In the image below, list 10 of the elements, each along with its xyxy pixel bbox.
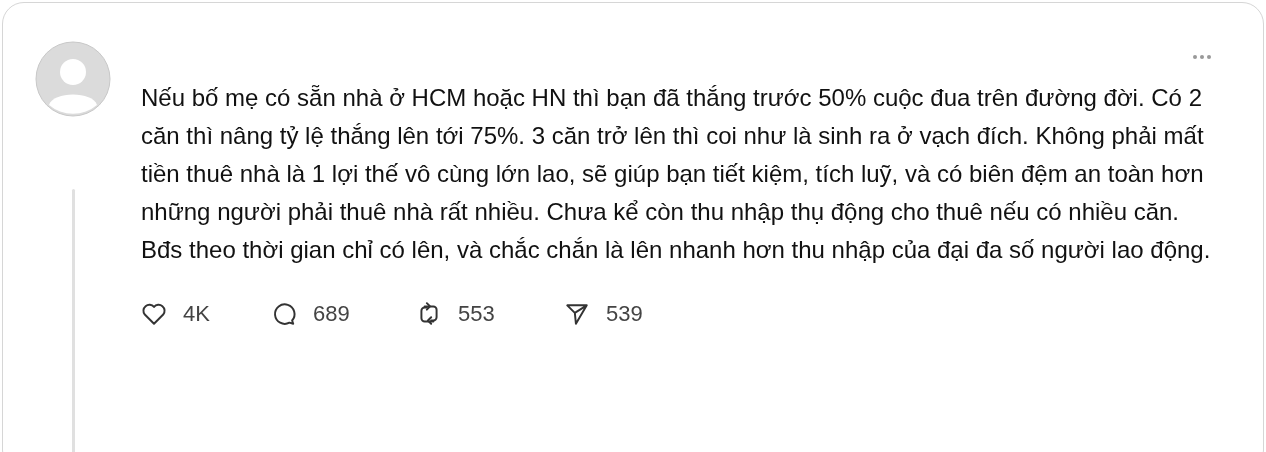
heart-icon [141,301,167,327]
repost-button[interactable]: 553 [416,301,564,327]
avatar-icon[interactable] [35,41,111,117]
reply-button[interactable]: 689 [271,301,416,327]
speech-bubble-icon [271,301,297,327]
like-button[interactable]: 4K [141,301,271,327]
post-text: Nếu bố mẹ có sẵn nhà ở HCM hoặc HN thì bạn đã thắng trước 50% cuộc đua trên đường đời. Có 2 căn thì nâng tỷ lệ thắng lên tới 75%. 3 căn trở lên thì coi như là sinh ra ở vạch đích. Không phải mất tiền thuê nhà là 1 lợi thế vô cùng lớn lao, sẽ giúp bạn tiết kiệm, tích luỹ, và có biên đệm an toàn hơn những người phải thuê nhà rất nhiều. Chưa kể còn thu nhập thụ động cho thuê nếu có nhiều căn. Bđs theo thời gian chỉ có lên, và chắc chắn là lên nhanh hơn thu nhập của đại đa số người lao động. [141,83,1212,265]
send-icon [564,301,590,327]
share-button[interactable]: 539 [564,301,694,327]
more-icon[interactable] [1193,55,1211,59]
